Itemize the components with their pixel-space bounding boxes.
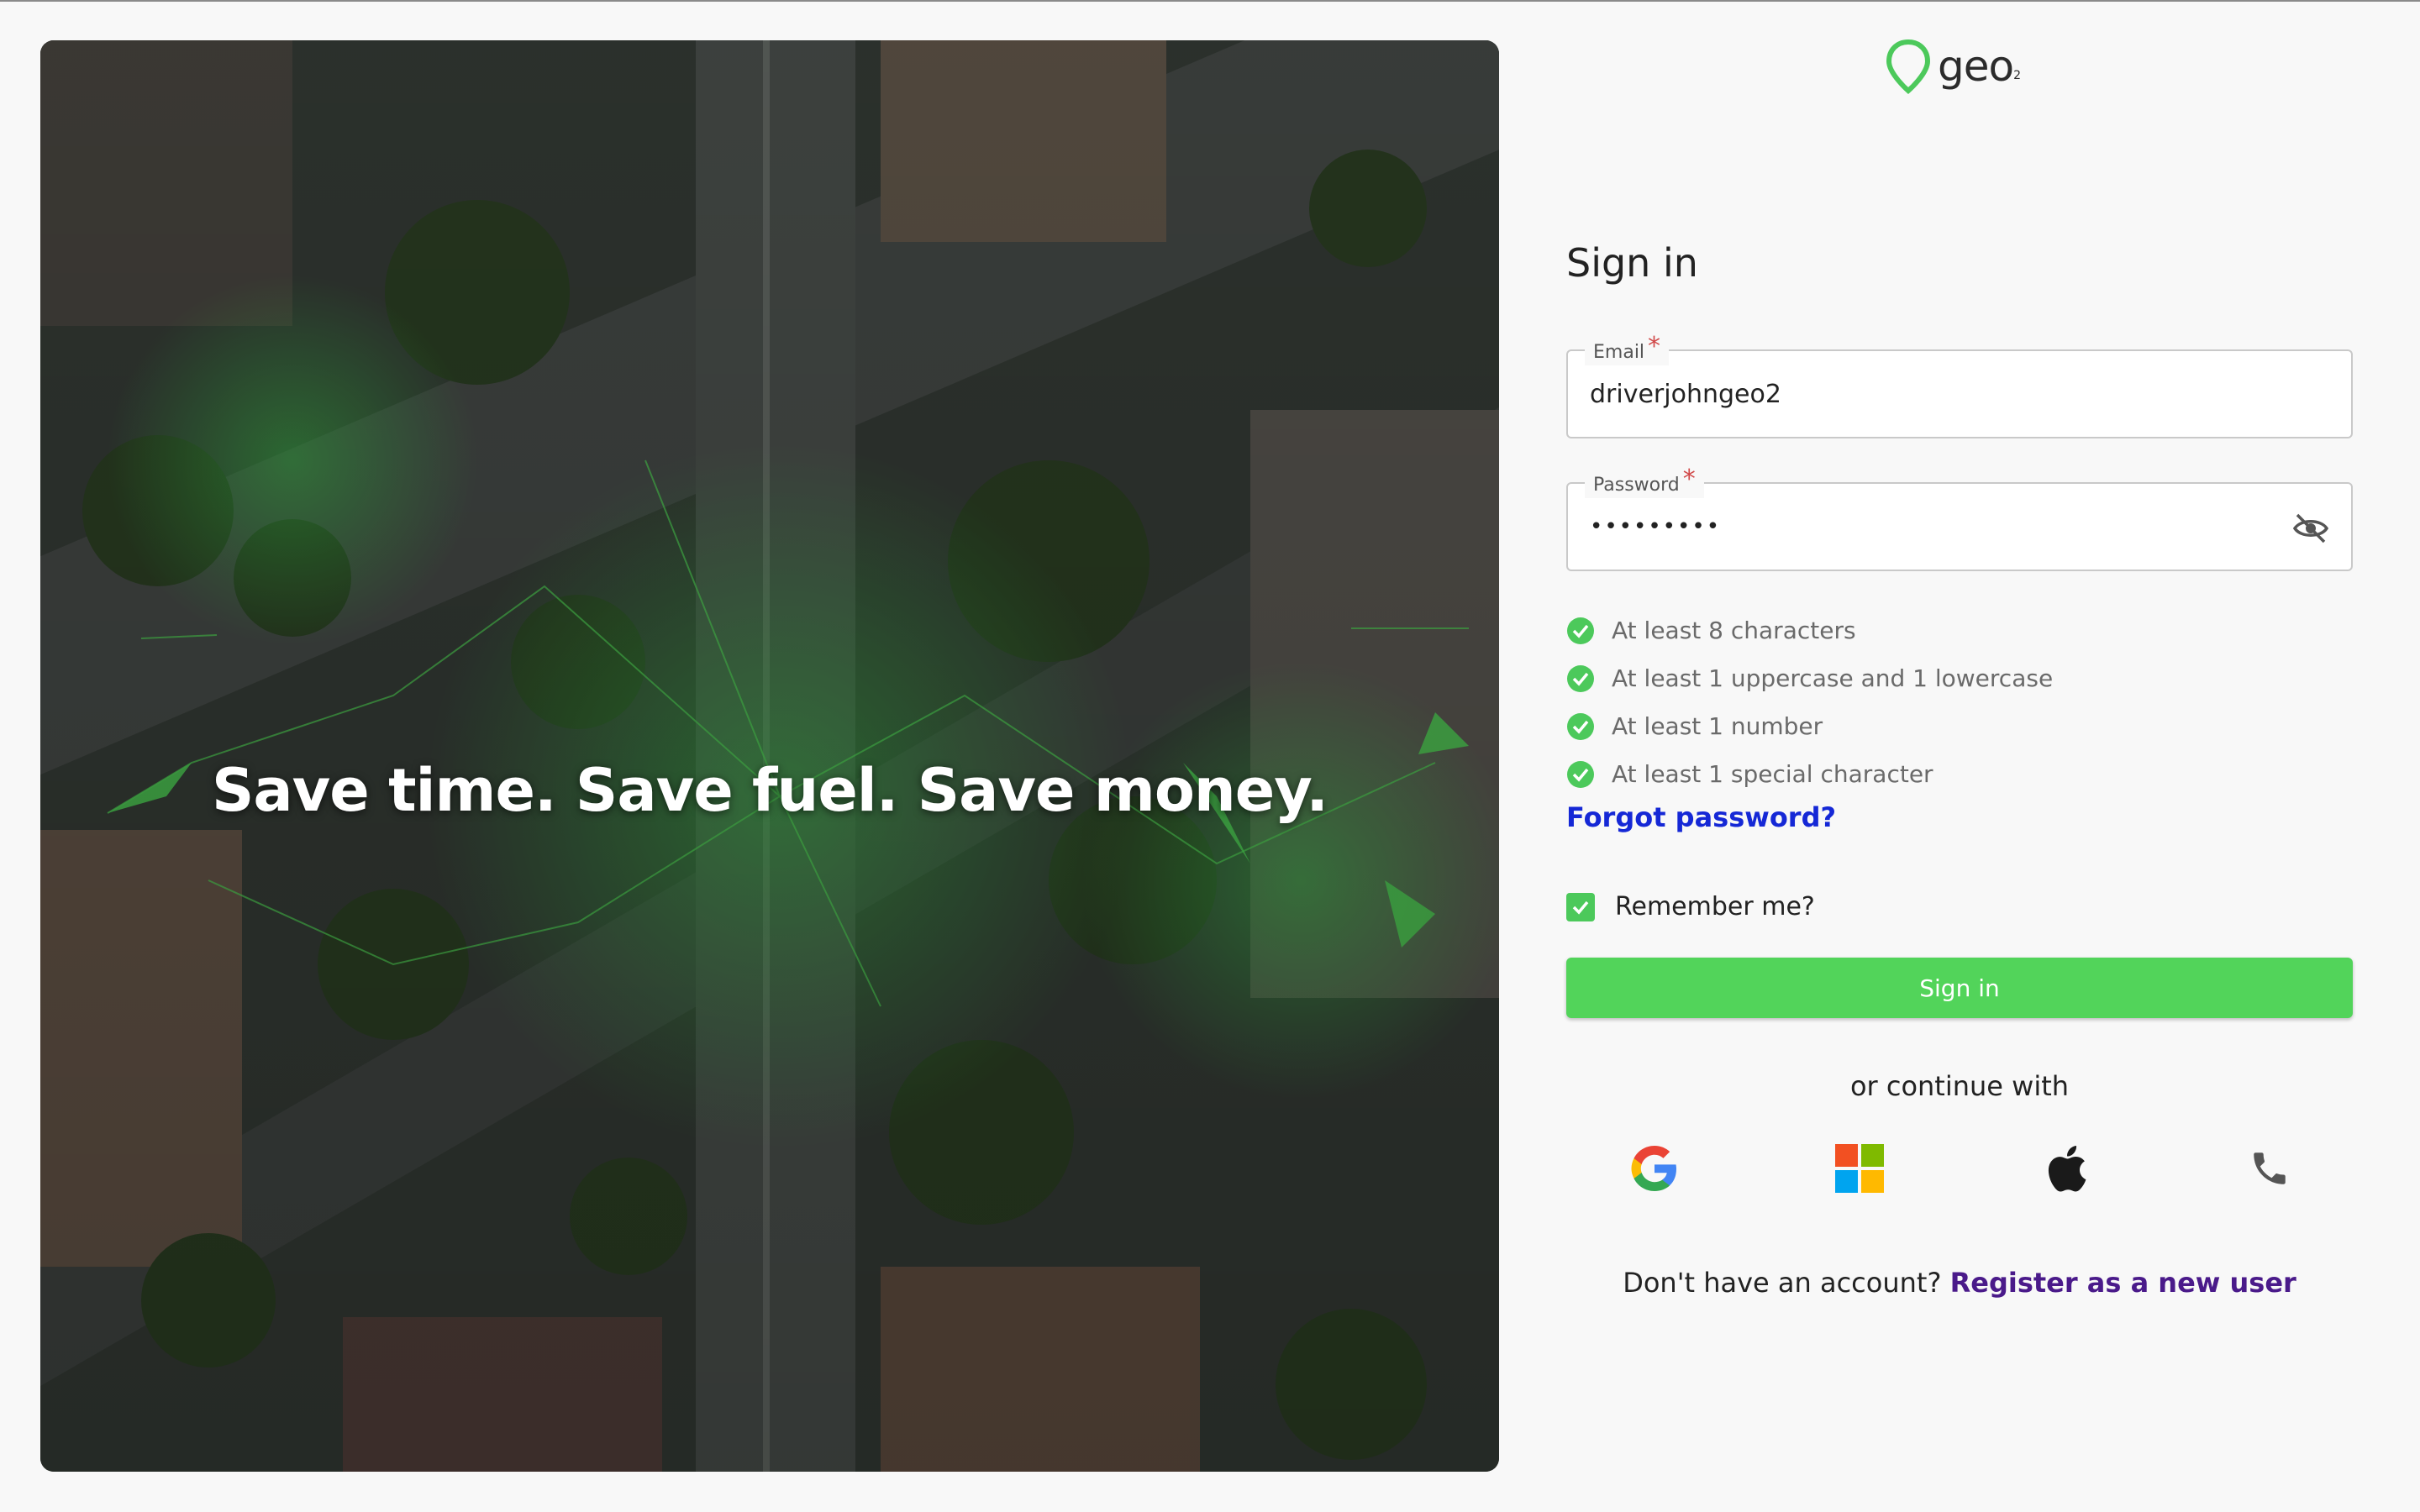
rule-item: At least 1 special character <box>1566 750 2053 798</box>
apple-signin-button[interactable] <box>2035 1139 2094 1198</box>
check-circle-icon <box>1567 760 1594 788</box>
email-label: Email * <box>1585 334 1670 365</box>
forgot-password-link[interactable]: Forgot password? <box>1566 801 1836 833</box>
microsoft-icon <box>1835 1144 1884 1193</box>
remember-me-label: Remember me? <box>1615 892 1815 921</box>
hero-tagline: Save time. Save fuel. Save money. <box>211 756 1328 825</box>
email-input[interactable]: driverjohngeo2 <box>1590 380 1781 409</box>
social-providers <box>1566 1139 2353 1198</box>
rule-item: At least 8 characters <box>1566 606 2053 654</box>
password-rules: At least 8 characters At least 1 upperca… <box>1566 606 2053 798</box>
phone-signin-button[interactable] <box>2240 1139 2299 1198</box>
rule-text: At least 8 characters <box>1612 617 1856 644</box>
google-icon <box>1631 1146 1676 1191</box>
brand-logo: geo 2 <box>1886 37 2021 96</box>
window-top-border <box>0 0 2420 2</box>
remember-me-checkbox[interactable] <box>1566 892 1595 921</box>
password-input[interactable]: ••••••••• <box>1590 514 1721 539</box>
password-label-text: Password <box>1593 475 1680 496</box>
brand-name: geo <box>1938 42 2014 91</box>
remember-me[interactable]: Remember me? <box>1566 892 1815 921</box>
rule-text: At least 1 special character <box>1612 760 1933 788</box>
page-title: Sign in <box>1566 240 1698 286</box>
apple-icon <box>2048 1146 2086 1192</box>
check-circle-icon <box>1567 712 1594 740</box>
google-signin-button[interactable] <box>1625 1139 1684 1198</box>
hero-panel: Save time. Save fuel. Save money. <box>40 40 1499 1472</box>
or-continue-label: or continue with <box>1849 1070 2070 1102</box>
password-field[interactable]: Password * ••••••••• <box>1566 467 2353 571</box>
check-circle-icon <box>1567 617 1594 644</box>
password-label: Password * <box>1585 467 1704 498</box>
register-prompt-text: Don't have an account? <box>1623 1267 1942 1299</box>
sign-in-button[interactable]: Sign in <box>1566 958 2353 1018</box>
register-prompt: Don't have an account? Register as a new… <box>1566 1267 2353 1299</box>
brand-subscript: 2 <box>2013 69 2022 82</box>
rule-text: At least 1 uppercase and 1 lowercase <box>1612 664 2054 692</box>
phone-icon <box>2254 1152 2286 1184</box>
email-field[interactable]: Email * driverjohngeo2 <box>1566 334 2353 438</box>
email-label-text: Email <box>1593 342 1645 363</box>
required-asterisk: * <box>1682 465 1696 494</box>
checkmark-icon <box>1572 900 1589 915</box>
rule-item: At least 1 uppercase and 1 lowercase <box>1566 654 2053 702</box>
check-circle-icon <box>1567 664 1594 692</box>
register-link[interactable]: Register as a new user <box>1950 1267 2296 1299</box>
microsoft-signin-button[interactable] <box>1830 1139 1889 1198</box>
eye-off-icon[interactable] <box>2292 512 2329 544</box>
rule-text: At least 1 number <box>1612 712 1823 740</box>
rule-item: At least 1 number <box>1566 702 2053 750</box>
required-asterisk: * <box>1648 332 1661 361</box>
location-pin-icon <box>1886 39 1931 94</box>
